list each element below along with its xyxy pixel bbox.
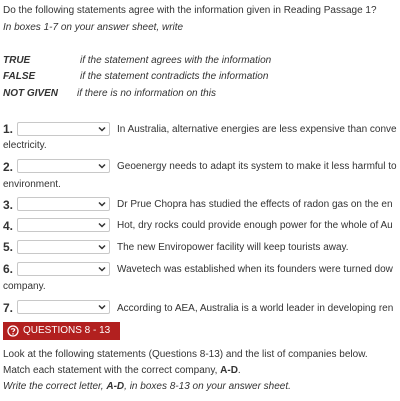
chevron-down-icon xyxy=(98,244,106,250)
question-text-6: Wavetech was established when its founde… xyxy=(117,264,393,275)
chevron-down-icon xyxy=(98,266,106,272)
definition-desc-not-given: if there is no information on this xyxy=(77,88,216,99)
definition-desc-false: if the statement contradicts the informa… xyxy=(80,71,269,82)
section2-line-3-end: , in boxes 8-13 on your answer sheet. xyxy=(124,381,291,392)
question-number-6: 6. xyxy=(3,262,14,276)
instruction-line-1: Do the following statements agree with t… xyxy=(3,5,377,16)
section2-line-2-end: . xyxy=(237,365,241,376)
section2-line-3-text: Write the correct letter, xyxy=(3,381,107,392)
answer-select-1[interactable] xyxy=(17,122,110,136)
section2-line-3-bold: A-D xyxy=(106,381,125,392)
chevron-down-icon xyxy=(98,304,106,310)
section2-line-2-text: Match each statement with the correct co… xyxy=(3,365,221,376)
section2-line-2: Match each statement with the correct co… xyxy=(3,365,241,377)
answer-select-2[interactable] xyxy=(17,159,110,173)
chevron-down-icon xyxy=(98,201,106,207)
section2-line-3: Write the correct letter, A-D, in boxes … xyxy=(3,381,291,393)
question-number-5: 5. xyxy=(3,240,14,254)
answer-select-5[interactable] xyxy=(17,240,110,254)
question-text-2-cont: environment. xyxy=(3,179,61,190)
section2-line-1: Look at the following statements (Questi… xyxy=(3,349,368,360)
answer-select-7[interactable] xyxy=(17,300,110,314)
definition-desc-true: if the statement agrees with the informa… xyxy=(80,55,272,66)
definition-term-false: FALSE xyxy=(3,71,36,82)
question-number-3: 3. xyxy=(3,198,14,212)
answer-select-4[interactable] xyxy=(17,218,110,232)
section2-line-2-bold: A-D xyxy=(220,365,238,376)
question-text-7: According to AEA, Australia is a world l… xyxy=(117,303,394,314)
chevron-down-icon xyxy=(98,163,106,169)
question-text-4: Hot, dry rocks could provide enough powe… xyxy=(117,220,393,231)
banner-label: QUESTIONS 8 - 13 xyxy=(23,325,111,336)
question-text-3: Dr Prue Chopra has studied the effects o… xyxy=(117,199,393,210)
question-text-1: In Australia, alternative energies are l… xyxy=(117,124,397,135)
question-text-1-cont: electricity. xyxy=(3,140,47,151)
definition-term-not-given: NOT GIVEN xyxy=(3,88,59,99)
help-circle-icon xyxy=(7,325,19,337)
instruction-line-2: In boxes 1-7 on your answer sheet, write xyxy=(3,22,184,33)
question-number-4: 4. xyxy=(3,219,14,233)
question-text-5: The new Enviropower facility will keep t… xyxy=(117,242,349,253)
chevron-down-icon xyxy=(98,126,106,132)
reading-test-page: Do the following statements agree with t… xyxy=(0,0,400,401)
question-text-6-cont: company. xyxy=(3,281,46,292)
definition-term-true: TRUE xyxy=(3,55,31,66)
question-number-7: 7. xyxy=(3,301,14,315)
questions-8-13-banner[interactable]: QUESTIONS 8 - 13 xyxy=(3,322,120,340)
answer-select-3[interactable] xyxy=(17,197,110,211)
chevron-down-icon xyxy=(98,222,106,228)
question-number-1: 1. xyxy=(3,122,14,136)
question-text-2: Geoenergy needs to adapt its system to m… xyxy=(117,161,397,172)
question-number-2: 2. xyxy=(3,160,14,174)
answer-select-6[interactable] xyxy=(17,262,110,276)
